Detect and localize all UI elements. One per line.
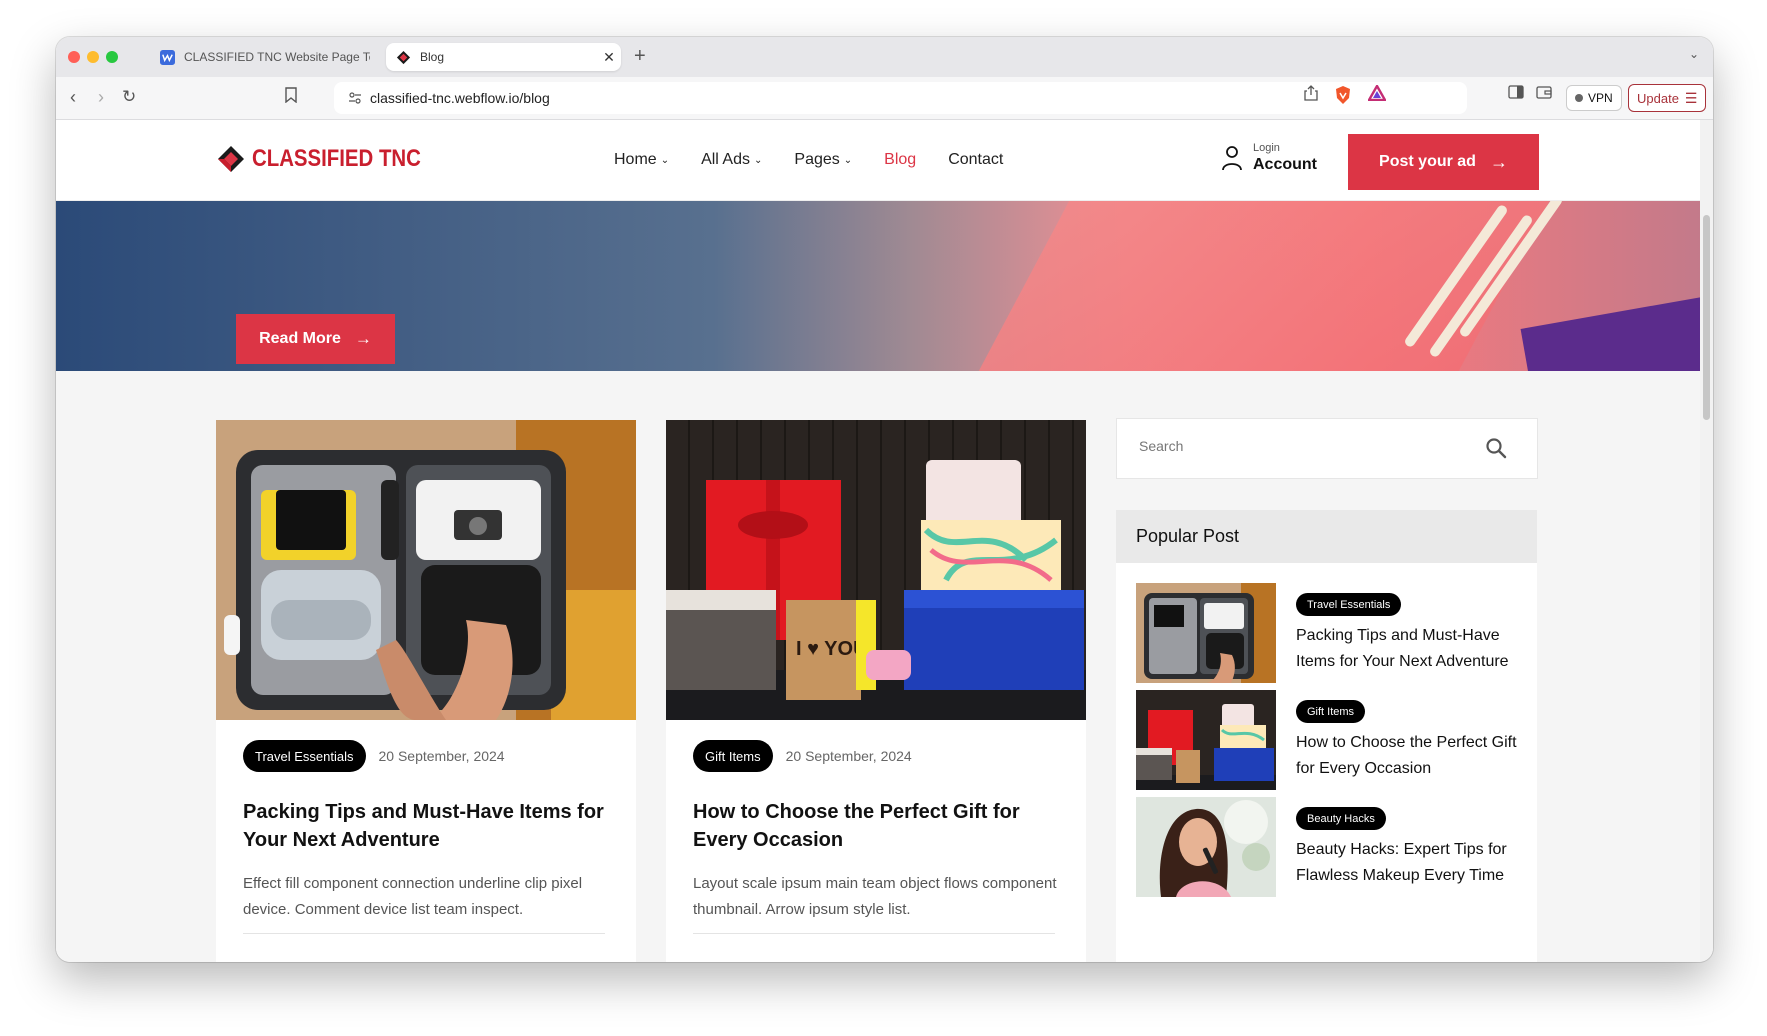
nav-item-home[interactable]: Home ⌄ [614, 151, 669, 169]
category-badge[interactable]: Beauty Hacks [1296, 807, 1386, 830]
nav-label: Contact [948, 151, 1004, 168]
search-icon[interactable] [1485, 437, 1507, 459]
nav-label: Pages [794, 151, 840, 168]
popular-post-item[interactable]: Beauty Hacks Beauty Hacks: Expert Tips f… [1136, 797, 1526, 897]
post-image-gifts[interactable]: I ♥ YOU [666, 420, 1086, 720]
wallet-icon[interactable] [1536, 85, 1552, 99]
nav-label: All Ads [701, 151, 750, 168]
login-label: Login [1253, 142, 1280, 154]
popular-post-thumbnail[interactable] [1136, 583, 1276, 683]
page-viewport: CLASSIFIED TNC Home ⌄ All Ads ⌄ Pages ⌄ Blo… [56, 120, 1700, 962]
popular-post-heading: Popular Post [1116, 510, 1537, 563]
share-icon[interactable] [1304, 85, 1318, 101]
post-date: 20 September, 2024 [785, 748, 912, 764]
site-settings-icon[interactable] [348, 91, 362, 105]
nav-item-all-ads[interactable]: All Ads ⌄ [701, 151, 762, 169]
bookmark-icon[interactable] [284, 87, 298, 108]
popular-post-thumbnail[interactable] [1136, 797, 1276, 897]
vpn-label: VPN [1588, 91, 1613, 105]
post-image-suitcase[interactable] [216, 420, 636, 720]
brave-shield-icon[interactable] [1334, 85, 1352, 105]
hero-image-shape [1520, 294, 1700, 371]
card-divider [693, 933, 1055, 934]
search-input[interactable] [1137, 437, 1441, 455]
search-box [1116, 418, 1538, 479]
brave-rewards-icon[interactable] [1368, 85, 1386, 101]
page-scrollbar[interactable] [1700, 120, 1713, 962]
chevron-down-icon: ⌄ [660, 154, 670, 166]
popular-post-title[interactable]: How to Choose the Perfect Gift for Every… [1296, 730, 1526, 782]
popular-post-title[interactable]: Packing Tips and Must-Have Items for You… [1296, 623, 1526, 675]
post-excerpt: Effect fill component connection underli… [243, 875, 583, 918]
site-header: CLASSIFIED TNC Home ⌄ All Ads ⌄ Pages ⌄ Blo… [56, 120, 1700, 201]
update-label: Update [1637, 90, 1679, 106]
popular-post-item[interactable]: Travel Essentials Packing Tips and Must-… [1136, 583, 1526, 683]
vpn-status-icon [1575, 94, 1583, 102]
reload-icon[interactable]: ↻ [122, 87, 136, 107]
category-badge[interactable]: Gift Items [693, 740, 773, 772]
tab-label: Blog [420, 50, 445, 64]
nav-item-blog[interactable]: Blog [884, 151, 916, 169]
blog-card[interactable]: I ♥ YOU Gift Items 20 September, 2024 Ho… [666, 420, 1086, 962]
chevron-down-icon: ⌄ [843, 154, 853, 166]
read-more-button[interactable]: Read More → [236, 314, 395, 364]
browser-toolbar: ‹ › ↻ classified-tnc.webflow.io/blog VPN… [56, 77, 1713, 120]
chevron-down-icon[interactable]: ⌄ [1689, 47, 1699, 61]
post-date: 20 September, 2024 [378, 748, 505, 764]
new-tab-icon[interactable]: + [634, 45, 646, 68]
post-your-ad-button[interactable]: Post your ad → [1348, 134, 1539, 190]
browser-window: CLASSIFIED TNC Website Page Tem Blog ✕ +… [56, 37, 1713, 962]
category-badge[interactable]: Travel Essentials [243, 740, 366, 772]
post-ad-label: Post your ad [1379, 153, 1476, 170]
blog-card[interactable]: Travel Essentials 20 September, 2024 Pac… [216, 420, 636, 962]
post-excerpt: Layout scale ipsum main team object flow… [693, 875, 1057, 918]
scrollbar-thumb[interactable] [1703, 215, 1710, 420]
nav-item-pages[interactable]: Pages ⌄ [794, 151, 852, 169]
update-button[interactable]: Update ☰ [1628, 84, 1707, 112]
nav-item-contact[interactable]: Contact [948, 151, 1003, 169]
back-icon[interactable]: ‹ [70, 87, 76, 108]
popular-post-title[interactable]: Beauty Hacks: Expert Tips for Flawless M… [1296, 837, 1526, 889]
arrow-right-icon: → [354, 329, 372, 348]
main-nav: Home ⌄ All Ads ⌄ Pages ⌄ Blog Contact [614, 151, 1035, 169]
category-badge[interactable]: Travel Essentials [1296, 593, 1402, 616]
hero-banner: Read More → [56, 201, 1700, 371]
account-label: Account [1253, 156, 1317, 173]
read-more-label: Read More [259, 330, 341, 347]
category-badge[interactable]: Gift Items [1296, 700, 1366, 723]
nav-label: Home [614, 151, 657, 168]
close-window-button[interactable] [68, 51, 80, 63]
popular-post-thumbnail[interactable] [1136, 690, 1276, 790]
forward-icon[interactable]: › [98, 87, 104, 108]
popular-posts-widget: Popular Post Travel Essentials Packing T… [1116, 510, 1537, 962]
nav-label: Blog [884, 151, 917, 168]
user-icon [1222, 146, 1242, 171]
address-bar[interactable]: classified-tnc.webflow.io/blog [334, 82, 1467, 114]
classified-favicon-icon [396, 50, 411, 64]
zoom-window-button[interactable] [106, 51, 118, 63]
webflow-favicon-icon [160, 49, 175, 65]
post-title[interactable]: How to Choose the Perfect Gift for Every… [693, 798, 1063, 854]
arrow-right-icon: → [1489, 151, 1508, 172]
minimize-window-button[interactable] [87, 51, 99, 63]
site-logo[interactable]: CLASSIFIED TNC [216, 144, 451, 174]
tab-bar: CLASSIFIED TNC Website Page Tem Blog ✕ +… [56, 37, 1713, 77]
post-title[interactable]: Packing Tips and Must-Have Items for You… [243, 798, 613, 854]
logo-text: CLASSIFIED TNC [252, 145, 421, 172]
tab-label: CLASSIFIED TNC Website Page Tem [184, 50, 370, 64]
tab-classified-tnc[interactable]: CLASSIFIED TNC Website Page Tem [150, 43, 370, 71]
logo-mark-icon [218, 146, 244, 172]
menu-icon: ☰ [1684, 89, 1698, 106]
tab-blog[interactable]: Blog ✕ [386, 43, 621, 71]
sidebar-toggle-icon[interactable] [1508, 85, 1524, 99]
popular-post-item[interactable]: Gift Items How to Choose the Perfect Gif… [1136, 690, 1526, 790]
vpn-button[interactable]: VPN [1566, 85, 1622, 111]
card-divider [243, 933, 605, 934]
url-text: classified-tnc.webflow.io/blog [370, 90, 550, 106]
close-tab-icon[interactable]: ✕ [597, 49, 621, 66]
chevron-down-icon: ⌄ [754, 154, 763, 166]
account-link[interactable]: Login Account [1221, 142, 1317, 174]
